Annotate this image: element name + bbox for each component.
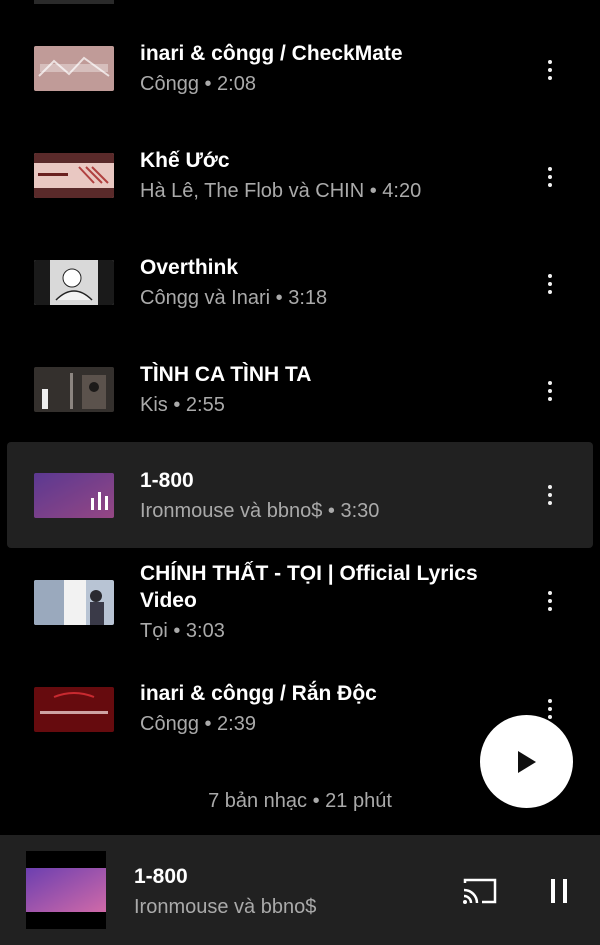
track-title: TÌNH CA TÌNH TA [140,363,312,386]
cast-button[interactable] [462,877,498,905]
play-all-button[interactable] [480,715,573,808]
pause-icon [563,879,567,903]
track-title: inari & côngg / CheckMate [140,42,403,65]
equalizer-icon [89,490,113,510]
track-subtitle: Côngg và Inari • 3:18 [140,287,328,309]
track-title: CHÍNH THẤT - TỌI | Official Lyrics Video [140,562,478,612]
now-playing-thumbnail [26,851,106,929]
1-800-thumbnail [26,868,106,912]
now-playing-title: 1-800 [134,865,188,888]
track-subtitle: Côngg • 2:39 [140,713,256,735]
track-subtitle: Hà Lê, The Flob và CHIN • 4:20 [140,180,422,202]
track-thumbnail [34,46,114,91]
more-vert-icon[interactable] [538,483,562,507]
checkmate-thumbnail [34,46,114,91]
cast-icon [463,878,497,904]
more-vert-icon[interactable] [538,379,562,403]
playlist-screen: inari & côngg / CheckMate Côngg • 2:08 K… [0,0,600,945]
track-thumbnail [34,153,114,198]
track-thumbnail [34,687,114,732]
tinh-ca-tinh-ta-thumbnail [34,367,114,412]
track-thumbnail [34,260,114,305]
track-title: Khế Ước [140,149,230,172]
track-title: inari & côngg / Rắn Độc [140,682,377,705]
more-vert-icon[interactable] [538,272,562,296]
track-title: Overthink [140,256,239,279]
track-thumbnail [34,580,114,625]
previous-thumbnail-edge [34,0,114,4]
track-row-chinh-that[interactable]: CHÍNH THẤT - TỌI | Official Lyrics Video… [0,550,600,660]
track-row-overthink[interactable]: Overthink Côngg và Inari • 3:18 [0,234,600,334]
overthink-thumbnail [34,260,114,305]
chinh-that-thumbnail [34,580,114,625]
mini-player[interactable]: 1-800 Ironmouse và bbno$ [0,835,600,945]
track-thumbnail [34,367,114,412]
more-vert-icon[interactable] [538,58,562,82]
track-row-checkmate[interactable]: inari & côngg / CheckMate Côngg • 2:08 [0,20,600,120]
more-vert-icon[interactable] [538,589,562,613]
track-subtitle: Tọi • 3:03 [140,620,225,642]
track-row-1-800[interactable]: 1-800 Ironmouse và bbno$ • 3:30 [7,442,593,548]
track-row-khe-uoc[interactable]: Khế Ước Hà Lê, The Flob và CHIN • 4:20 [0,127,600,227]
track-title: 1-800 [140,469,194,492]
now-playing-artist: Ironmouse và bbno$ [134,896,317,918]
more-vert-icon[interactable] [538,165,562,189]
ran-doc-thumbnail [34,687,114,732]
track-subtitle: Côngg • 2:08 [140,73,256,95]
track-subtitle: Kis • 2:55 [140,394,225,416]
track-row-tinh-ca-tinh-ta[interactable]: TÌNH CA TÌNH TA Kis • 2:55 [0,341,600,441]
pause-button[interactable] [545,877,573,905]
play-icon [518,751,536,773]
khe-uoc-thumbnail [34,153,114,198]
pause-icon [551,879,555,903]
track-subtitle: Ironmouse và bbno$ • 3:30 [140,500,380,522]
